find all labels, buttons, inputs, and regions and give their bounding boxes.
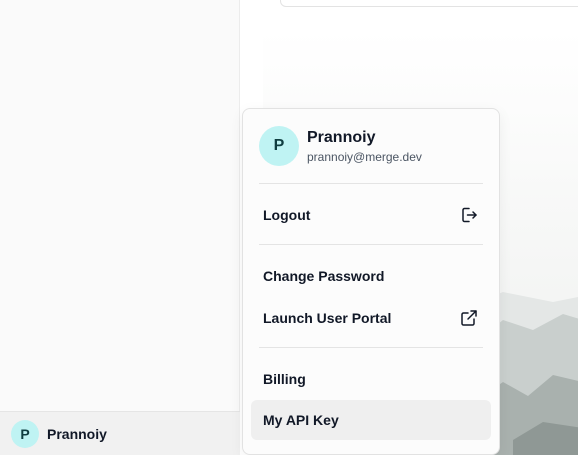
user-profile: P Prannoiy prannoiy@merge.dev: [259, 126, 422, 166]
launch-user-portal-button[interactable]: Launch User Portal: [251, 298, 491, 338]
sidebar: P Prannoiy: [0, 0, 240, 455]
logout-label: Logout: [263, 207, 311, 223]
change-password-button[interactable]: Change Password: [251, 256, 491, 296]
logout-button[interactable]: Logout: [251, 195, 491, 235]
billing-button[interactable]: Billing: [251, 359, 491, 399]
divider: [259, 347, 483, 348]
user-menu: P Prannoiy prannoiy@merge.dev Logout Cha…: [242, 108, 500, 455]
my-api-key-label: My API Key: [263, 412, 339, 428]
external-link-icon: [459, 308, 479, 328]
sidebar-user-name: Prannoiy: [47, 425, 107, 442]
avatar: P: [11, 419, 39, 448]
sidebar-user-button[interactable]: P Prannoiy: [0, 411, 240, 455]
logout-icon: [459, 205, 479, 225]
billing-label: Billing: [263, 371, 306, 387]
divider: [259, 244, 483, 245]
avatar: P: [259, 126, 299, 166]
my-api-key-button[interactable]: My API Key: [251, 400, 491, 440]
user-name: Prannoiy: [307, 128, 376, 146]
launch-user-portal-label: Launch User Portal: [263, 310, 392, 326]
user-email: prannoiy@merge.dev: [307, 149, 422, 164]
top-input-field[interactable]: [280, 0, 578, 7]
divider: [259, 183, 483, 184]
change-password-label: Change Password: [263, 268, 385, 284]
